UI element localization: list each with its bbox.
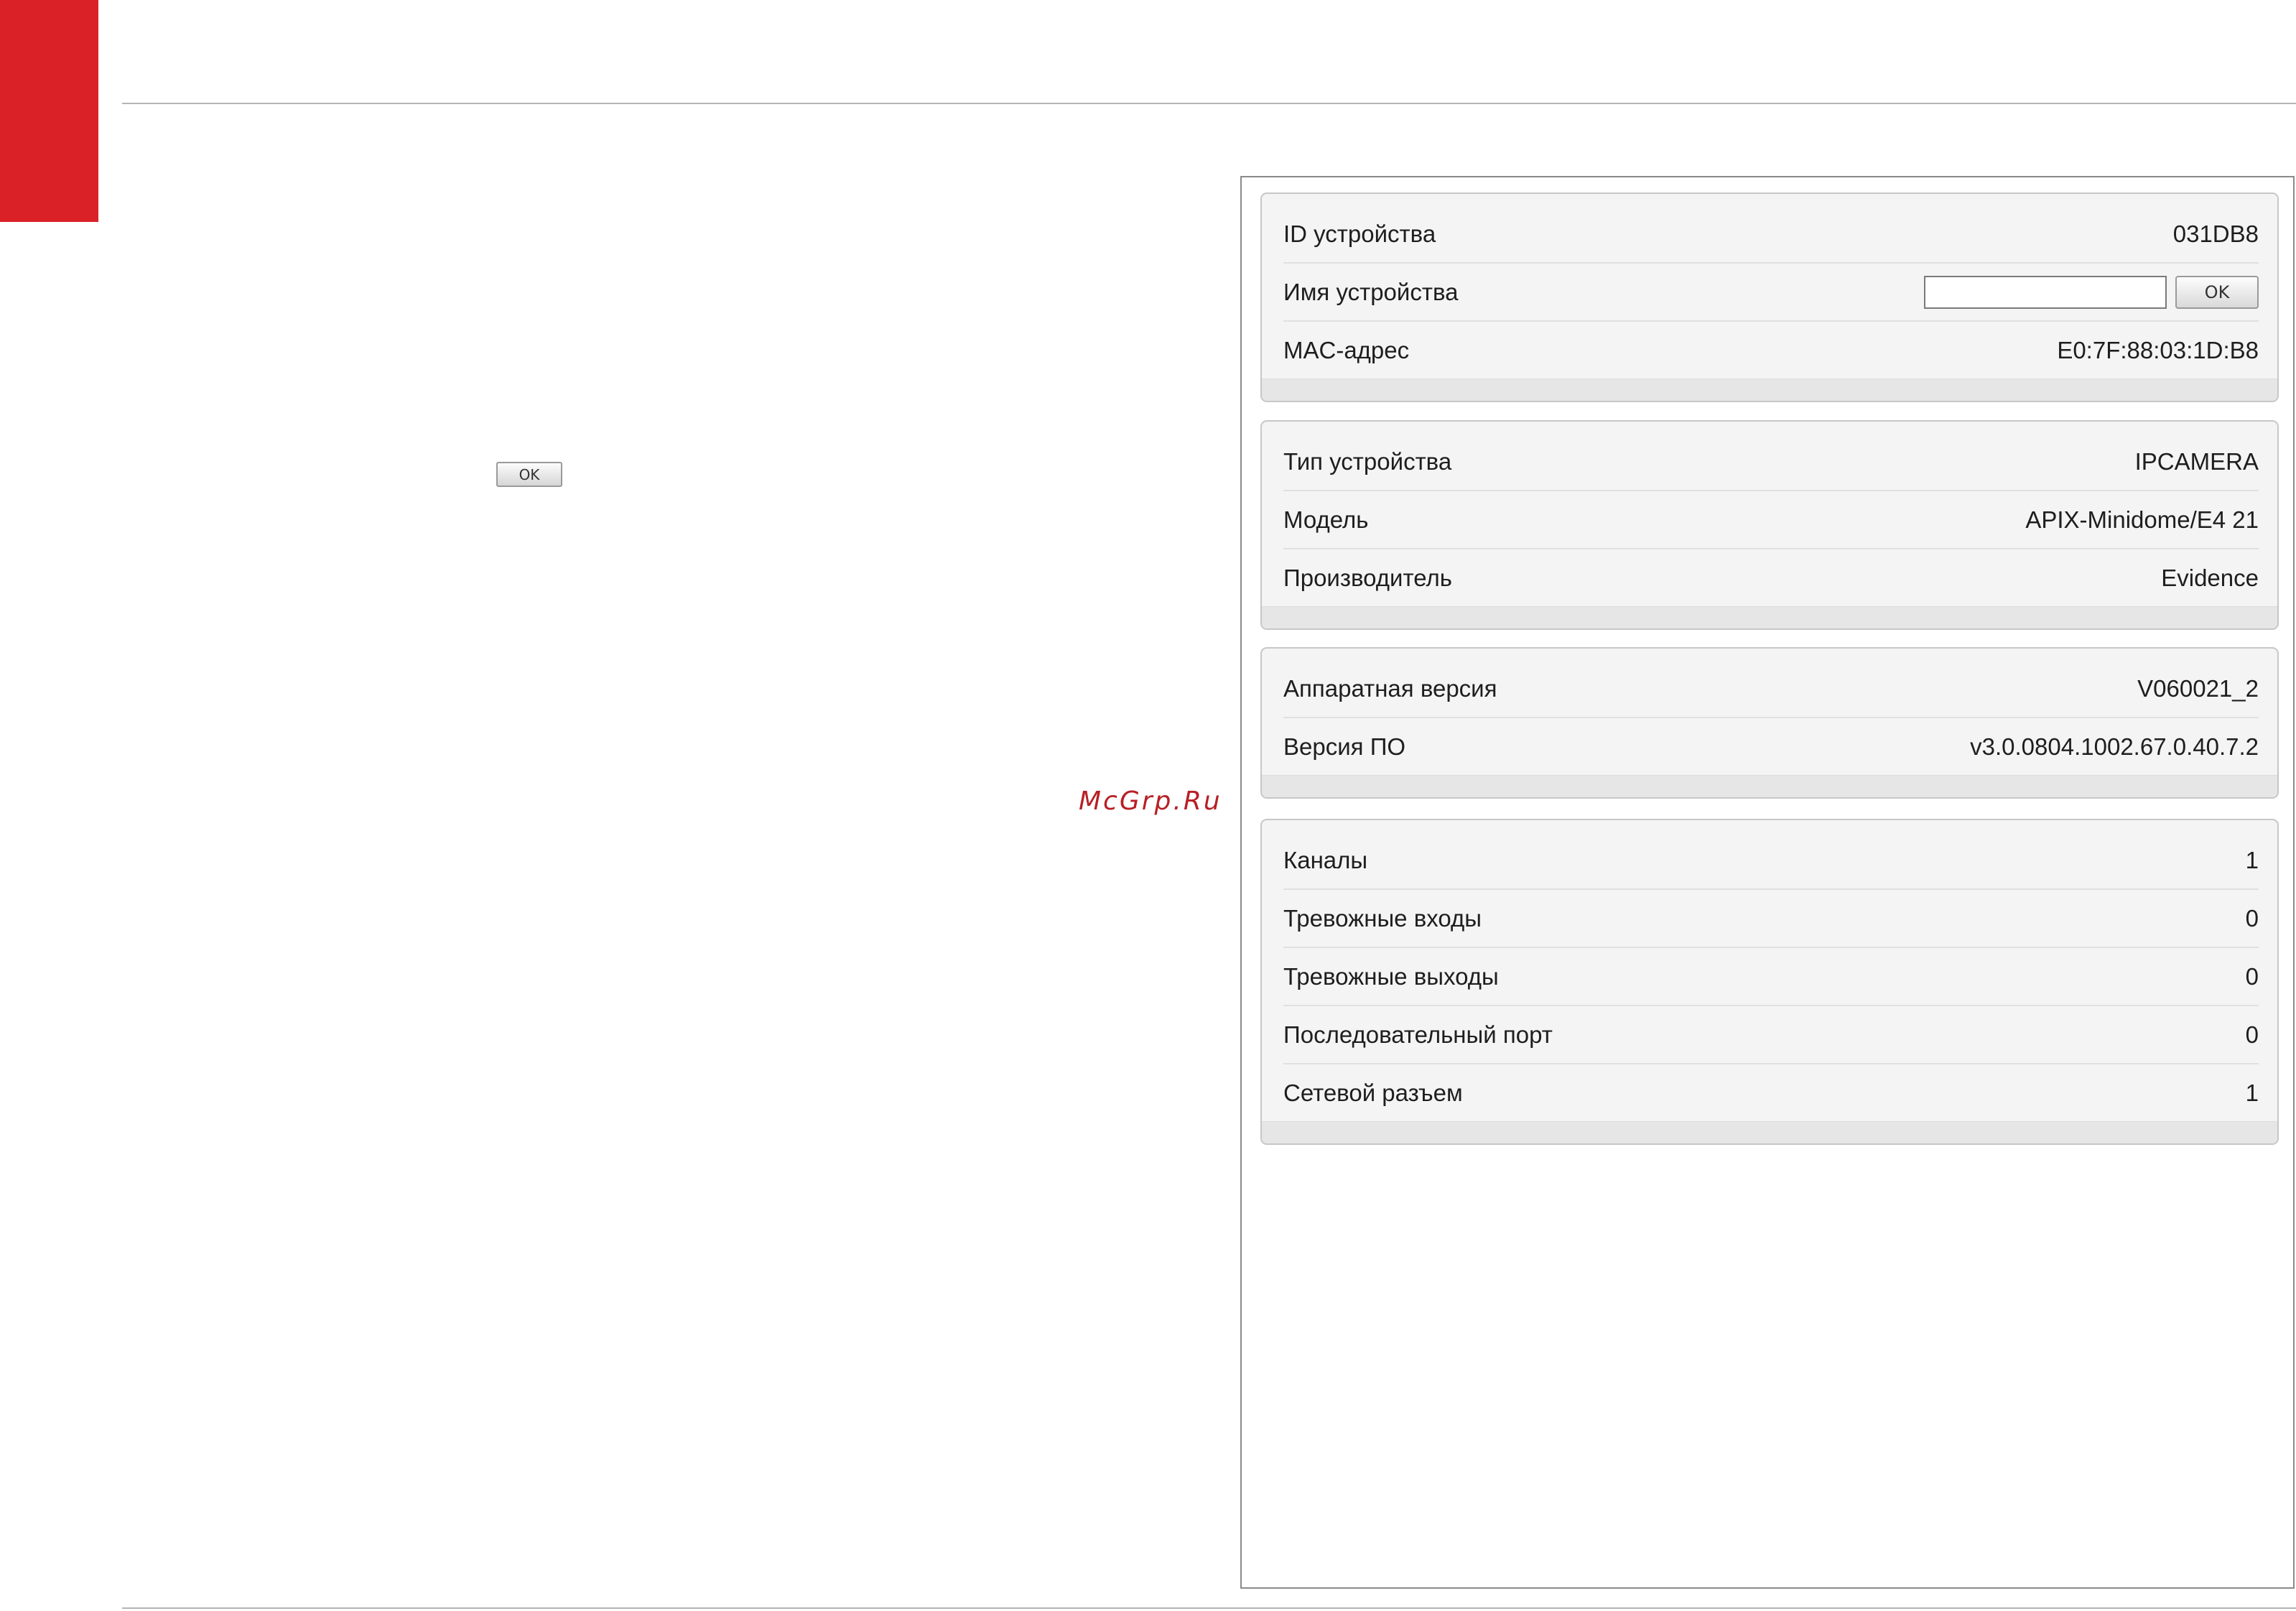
info-row-device-type: Тип устройства IPCAMERA <box>1283 433 2259 491</box>
row-label: MAC-адрес <box>1283 336 1410 363</box>
row-label: Аппаратная версия <box>1283 674 1497 702</box>
row-label: Каналы <box>1283 846 1368 873</box>
row-label: Тревожные выходы <box>1283 962 1499 990</box>
row-value: 0 <box>2245 962 2259 990</box>
row-label: Последовательный порт <box>1283 1021 1553 1048</box>
row-label: Тип устройства <box>1283 447 1452 475</box>
info-row-manufacturer: Производитель Evidence <box>1283 549 2259 606</box>
info-row-model: Модель APIX-Minidome/E4 21 <box>1283 491 2259 549</box>
info-row-mac: MAC-адрес E0:7F:88:03:1D:B8 <box>1283 322 2259 379</box>
panel-footer <box>1262 606 2277 628</box>
info-row-hardware-version: Аппаратная версия V060021_2 <box>1283 660 2259 718</box>
row-value: E0:7F:88:03:1D:B8 <box>2057 336 2259 363</box>
info-row-device-name: Имя устройства OK <box>1283 264 2259 322</box>
device-id-panel: ID устройства 031DB8 Имя устройства OK M… <box>1260 192 2279 402</box>
row-value: 1 <box>2245 846 2259 873</box>
red-corner-tab <box>0 0 98 222</box>
row-value: 031DB8 <box>2172 220 2259 247</box>
ok-button-sample[interactable]: OK <box>496 462 562 487</box>
panel-footer <box>1262 1121 2277 1143</box>
row-value: 1 <box>2245 1079 2259 1106</box>
row-value: 0 <box>2245 904 2259 932</box>
info-row-network-port: Сетевой разъем 1 <box>1283 1064 2259 1121</box>
versions-panel: Аппаратная версия V060021_2 Версия ПО v3… <box>1260 647 2279 799</box>
row-label: Имя устройства <box>1283 278 1459 305</box>
row-value: V060021_2 <box>2137 674 2259 702</box>
device-info-panel: Тип устройства IPCAMERA Модель APIX-Mini… <box>1260 420 2279 630</box>
info-row-channels: Каналы 1 <box>1283 832 2259 890</box>
io-panel: Каналы 1 Тревожные входы 0 Тревожные вых… <box>1260 819 2279 1145</box>
row-value: 0 <box>2245 1021 2259 1048</box>
row-value: Evidence <box>2161 564 2259 591</box>
row-label: Версия ПО <box>1283 733 1406 760</box>
panel-footer <box>1262 379 2277 401</box>
watermark-text: McGrp.Ru <box>1079 786 1222 816</box>
device-name-control: OK <box>1924 275 2259 309</box>
device-name-ok-button[interactable]: OK <box>2175 275 2259 309</box>
row-label: Модель <box>1283 506 1369 533</box>
row-value: IPCAMERA <box>2134 447 2259 475</box>
row-label: Производитель <box>1283 564 1452 591</box>
info-row-serial-port: Последовательный порт 0 <box>1283 1006 2259 1064</box>
info-row-alarm-outputs: Тревожные выходы 0 <box>1283 948 2259 1006</box>
info-row-device-id: ID устройства 031DB8 <box>1283 205 2259 264</box>
row-label: Тревожные входы <box>1283 904 1482 932</box>
row-value: APIX-Minidome/E4 21 <box>2025 506 2259 533</box>
row-value: v3.0.0804.1002.67.0.40.7.2 <box>1970 733 2259 760</box>
row-label: ID устройства <box>1283 220 1436 247</box>
top-divider <box>122 103 2296 104</box>
panel-footer <box>1262 775 2277 797</box>
bottom-divider <box>122 1607 2296 1609</box>
row-label: Сетевой разъем <box>1283 1079 1463 1106</box>
device-name-input[interactable] <box>1924 275 2167 309</box>
info-row-software-version: Версия ПО v3.0.0804.1002.67.0.40.7.2 <box>1283 718 2259 775</box>
info-row-alarm-inputs: Тревожные входы 0 <box>1283 890 2259 948</box>
